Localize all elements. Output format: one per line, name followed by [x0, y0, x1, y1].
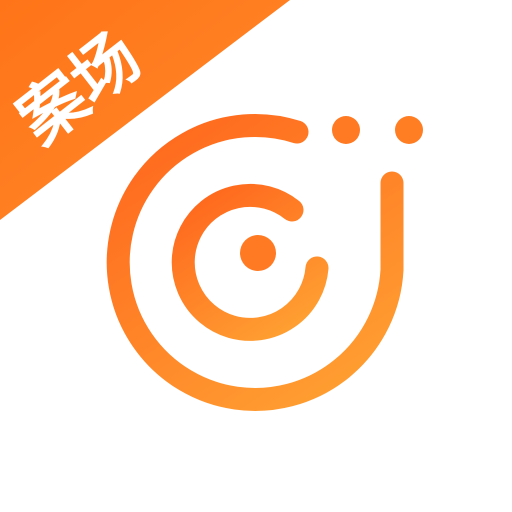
app-icon-canvas: 案场: [0, 0, 512, 512]
logo-eye-dot-left: [332, 116, 360, 144]
logo-eye-dot-right: [395, 116, 423, 144]
logo-center-dot: [240, 235, 276, 271]
app-icon-svg: 案场: [0, 0, 423, 411]
